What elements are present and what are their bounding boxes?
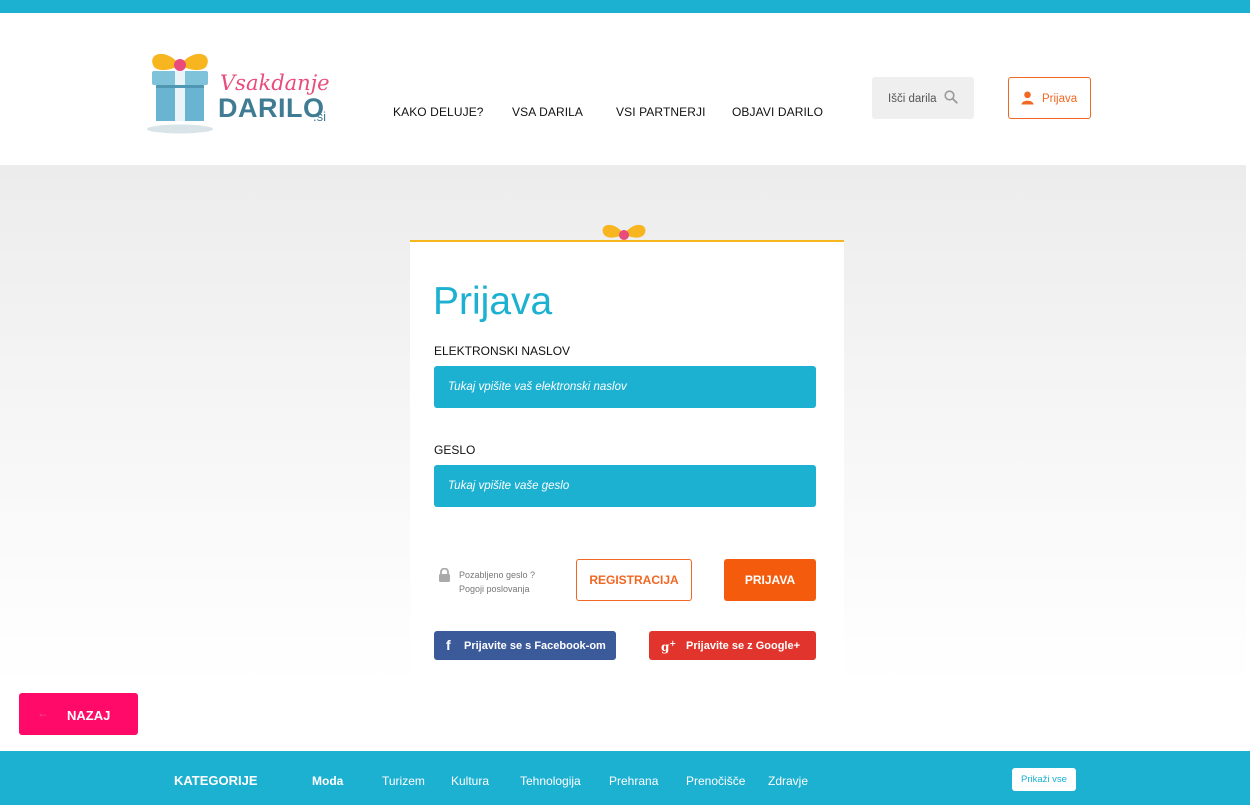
header-login-label: Prijava <box>1042 93 1078 105</box>
logo-main-text: DARILO <box>218 93 325 123</box>
facebook-icon: f <box>446 637 451 653</box>
search-icon[interactable] <box>944 90 958 104</box>
password-field[interactable] <box>434 465 816 507</box>
email-field[interactable] <box>434 366 816 408</box>
terms-link[interactable]: Pogoji poslovanja <box>459 584 530 594</box>
nav-all-gifts[interactable]: VSA DARILA <box>512 105 583 119</box>
category-link-tehnologija[interactable]: Tehnologija <box>520 774 581 788</box>
google-login-button[interactable]: g+ Prijavite se z Google+ <box>649 631 816 660</box>
category-link-prenocisce[interactable]: Prenočišče <box>686 774 745 788</box>
category-link-moda[interactable]: Moda <box>312 774 343 788</box>
arrow-left-icon: ← <box>37 706 49 720</box>
login-title: Prijava <box>433 280 553 323</box>
search-box[interactable]: Išči darila <box>872 77 974 119</box>
categories-title: KATEGORIJE <box>174 773 258 788</box>
back-button[interactable]: ← NAZAJ <box>19 693 138 735</box>
facebook-login-button[interactable]: f Prijavite se s Facebook-om <box>434 631 616 660</box>
category-link-zdravje[interactable]: Zdravje <box>768 774 808 788</box>
nav-publish-gift[interactable]: OBJAVI DARILO <box>732 105 823 119</box>
gift-logo-icon <box>147 53 213 134</box>
register-button[interactable]: REGISTRACIJA <box>576 559 692 601</box>
category-link-turizem[interactable]: Turizem <box>382 774 425 788</box>
top-accent-bar <box>0 0 1250 13</box>
ribbon-bow-icon <box>602 224 646 240</box>
forgot-password-link[interactable]: Pozabljeno geslo ? <box>459 570 535 580</box>
nav-how-it-works[interactable]: KAKO DELUJE? <box>393 105 484 119</box>
email-label: ELEKTRONSKI NASLOV <box>434 344 571 358</box>
google-plus-icon: g+ <box>661 638 677 654</box>
site-logo[interactable]: Vsakdanje DARILO .si <box>146 49 336 139</box>
category-link-kultura[interactable]: Kultura <box>451 774 489 788</box>
lock-icon <box>439 568 450 582</box>
show-all-categories-button[interactable]: Prikaži vse <box>1012 768 1076 791</box>
category-link-prehrana[interactable]: Prehrana <box>609 774 658 788</box>
password-label: GESLO <box>434 443 476 457</box>
back-button-label: NAZAJ <box>67 708 111 723</box>
logo-suffix-text: .si <box>313 109 326 124</box>
nav-all-partners[interactable]: VSI PARTNERJI <box>616 105 706 119</box>
login-submit-button[interactable]: PRIJAVA <box>724 559 816 601</box>
google-login-label: Prijavite se z Google+ <box>686 640 801 652</box>
search-placeholder: Išči darila <box>888 93 937 105</box>
logo-script-text: Vsakdanje <box>220 71 330 95</box>
facebook-login-label: Prijavite se s Facebook-om <box>464 640 606 652</box>
user-icon <box>1021 91 1034 105</box>
login-card: Prijava ELEKTRONSKI NASLOV GESLO Pozablj… <box>410 240 844 684</box>
header-login-button[interactable]: Prijava <box>1008 77 1091 119</box>
